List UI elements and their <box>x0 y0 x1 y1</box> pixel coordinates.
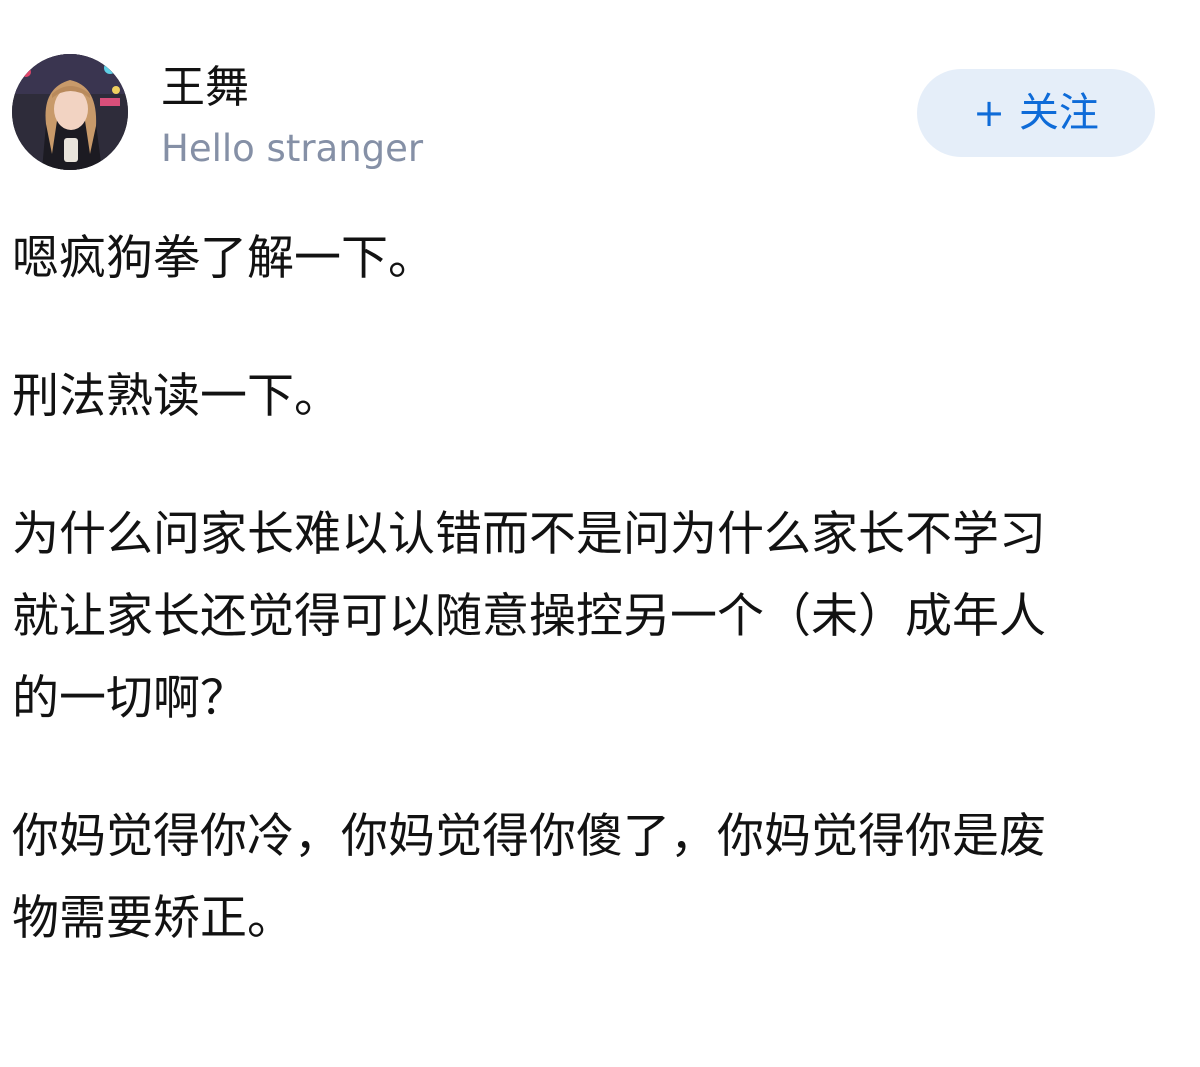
follow-button[interactable]: + 关注 <box>917 69 1155 157</box>
content-paragraph: 刑法熟读一下。 <box>12 356 1182 438</box>
follow-button-label: 关注 <box>1018 90 1099 136</box>
post-content: 嗯疯狗拳了解一下。 刑法熟读一下。 为什么问家长难以认错而不是问为什么家长不学习… <box>12 218 1182 1016</box>
plus-icon: + <box>973 91 1005 135</box>
content-line: 刑法熟读一下。 <box>12 369 341 424</box>
content-line: 你妈觉得你冷，你妈觉得你傻了，你妈觉得你是废 <box>12 809 1046 864</box>
author-avatar[interactable] <box>12 54 128 170</box>
content-line: 的一切啊？ <box>12 671 247 726</box>
author-bio: Hello stranger <box>161 127 424 170</box>
content-paragraph: 为什么问家长难以认错而不是问为什么家长不学习 就让家长还觉得可以随意操控另一个（… <box>12 494 1182 740</box>
content-line: 嗯疯狗拳了解一下。 <box>12 231 435 286</box>
content-line: 就让家长还觉得可以随意操控另一个（未）成年人 <box>12 589 1046 644</box>
content-paragraph: 你妈觉得你冷，你妈觉得你傻了，你妈觉得你是废 物需要矫正。 <box>12 796 1182 960</box>
content-line: 为什么问家长难以认错而不是问为什么家长不学习 <box>12 507 1046 562</box>
avatar-photo-icon <box>12 54 128 170</box>
content-paragraph: 嗯疯狗拳了解一下。 <box>12 218 1182 300</box>
content-line: 物需要矫正。 <box>12 891 294 946</box>
post-header: 王舞 Hello stranger + 关注 <box>12 54 1188 172</box>
author-name[interactable]: 王舞 <box>161 60 249 116</box>
